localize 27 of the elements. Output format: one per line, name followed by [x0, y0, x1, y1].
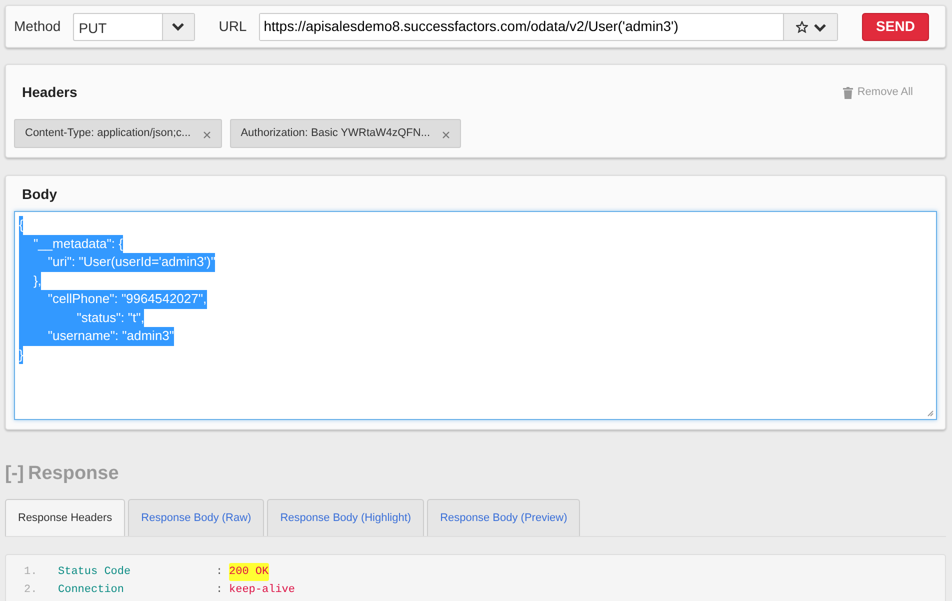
line-number: 2.	[24, 583, 38, 598]
response-title: Response	[28, 462, 119, 486]
header-value: 200 OK	[229, 563, 269, 581]
header-chip: Content-Type: application/json;c...	[14, 119, 222, 148]
header-chip: Authorization: Basic YWRtaW4zQFN...	[230, 119, 462, 148]
line-number: 1.	[24, 565, 38, 580]
remove-all-link[interactable]: Remove All	[857, 84, 913, 101]
url-field[interactable]: https://apisalesdemo8.successfactors.com/odata/v2/User('admin3')	[258, 12, 838, 40]
response-tab[interactable]: Response Body (Raw)	[128, 498, 264, 536]
header-value: keep-alive	[229, 583, 296, 598]
body-title: Body	[21, 185, 58, 204]
response-tab[interactable]: Response Body (Highlight)	[267, 498, 424, 536]
header-name: Status Code	[58, 565, 132, 580]
headers-title: Headers	[22, 83, 78, 102]
resize-grip-icon	[927, 410, 934, 417]
response-tab[interactable]: Response Body (Preview)	[427, 498, 580, 536]
send-button[interactable]: SEND	[862, 12, 929, 40]
header-name: Connection	[58, 583, 126, 598]
chevron-down-icon[interactable]	[162, 14, 194, 40]
separator: :	[216, 583, 224, 598]
separator: :	[216, 565, 224, 580]
collapse-toggle[interactable]: [-]	[5, 460, 24, 488]
method-select[interactable]: PUT	[72, 12, 195, 40]
method-label: Method	[14, 17, 61, 36]
body-text-area[interactable]: { "__metadata": { "uri": "User(userId='admin3')" }, "cellPhone": "9964542027", "status": "t", "username": "admin3" }	[14, 211, 937, 420]
url-label: URL	[218, 17, 247, 36]
response-tab[interactable]: Response Headers	[5, 498, 126, 536]
